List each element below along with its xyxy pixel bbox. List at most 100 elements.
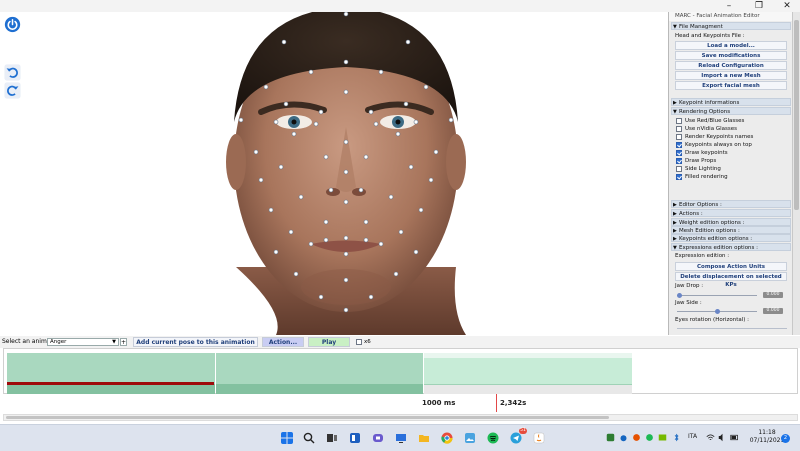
- checkbox-render-kp-names[interactable]: Render Keypoints names: [676, 133, 753, 141]
- checkbox-filled-rendering[interactable]: Filled rendering: [676, 173, 728, 181]
- tray-app-icon[interactable]: [632, 433, 641, 442]
- add-animation-button[interactable]: +: [120, 338, 127, 346]
- animation-select[interactable]: Anger ▼: [47, 338, 119, 346]
- checkbox-side-lighting[interactable]: Side Lighting: [676, 165, 721, 173]
- jaw-drop-value: 0.000: [763, 292, 783, 298]
- chevron-right-icon: ▶: [673, 236, 677, 242]
- battery-icon[interactable]: [730, 433, 739, 442]
- chevron-down-icon: ▼: [673, 245, 677, 251]
- minimize-button[interactable]: –: [718, 0, 740, 12]
- eyes-rotation-slider[interactable]: [677, 328, 787, 329]
- section-file-management[interactable]: ▼ File Managment: [671, 22, 791, 30]
- photos-icon[interactable]: [464, 432, 476, 444]
- checkbox-box[interactable]: [676, 158, 682, 164]
- section-mesh-edition[interactable]: ▶ Mesh Edition options :: [671, 226, 791, 234]
- timeline-scrollbar[interactable]: [3, 414, 798, 421]
- section-rendering-options[interactable]: ▼ Rendering Options: [671, 107, 791, 115]
- timeline-segment-footer: [424, 385, 632, 394]
- java-icon[interactable]: [533, 432, 545, 444]
- maximize-button[interactable]: ❐: [748, 0, 770, 12]
- file-label: Head and Keypoints File :: [675, 33, 745, 39]
- section-editor-options[interactable]: ▶ Editor Options :: [671, 200, 791, 208]
- timeline-cursor[interactable]: [496, 394, 497, 412]
- scrollbar-thumb[interactable]: [794, 20, 799, 210]
- wifi-icon[interactable]: [706, 433, 715, 442]
- window-titlebar: – ❐ ✕: [0, 0, 800, 12]
- checkbox-kp-on-top[interactable]: Keypoints always on top: [676, 141, 752, 149]
- play-button[interactable]: Play: [308, 337, 350, 347]
- undo-icon[interactable]: [4, 64, 21, 81]
- save-modifications-button[interactable]: Save modifications: [675, 51, 787, 60]
- compose-action-units-button[interactable]: Compose Action Units: [675, 262, 787, 271]
- checkbox-box[interactable]: [676, 142, 682, 148]
- teams-chat-icon[interactable]: [372, 432, 384, 444]
- checkbox-nvidia-glasses[interactable]: Use nVidia Glasses: [676, 125, 737, 133]
- chrome-icon[interactable]: [441, 432, 453, 444]
- animation-controls: Select an animat... Anger ▼ + Add curren…: [0, 336, 800, 348]
- slider-knob[interactable]: [677, 293, 682, 298]
- spotify-icon[interactable]: [487, 432, 499, 444]
- jaw-side-label: Jaw Side :: [675, 300, 702, 306]
- bluetooth-icon[interactable]: [672, 433, 681, 442]
- checkbox-red-blue-glasses[interactable]: Use Red/Blue Glasses: [676, 117, 744, 125]
- checkbox-box[interactable]: [676, 166, 682, 172]
- delete-displacement-button[interactable]: Delete displacement on selected KPs: [675, 272, 787, 288]
- monitor-icon[interactable]: [395, 432, 407, 444]
- 3d-viewport[interactable]: [26, 12, 666, 335]
- action-button[interactable]: Action...: [262, 337, 304, 347]
- search-icon[interactable]: [303, 432, 315, 444]
- chevron-right-icon: ▶: [673, 100, 677, 106]
- power-icon[interactable]: [4, 16, 21, 33]
- editor-panel: MARC - Facial Animation Editor ▼ File Ma…: [668, 12, 793, 335]
- checkbox-box[interactable]: [676, 118, 682, 124]
- timeline-ruler: 1000 ms 2,342s: [3, 394, 798, 412]
- file-explorer-icon[interactable]: [418, 432, 430, 444]
- section-actions[interactable]: ▶ Actions :: [671, 209, 791, 217]
- widgets-icon[interactable]: [349, 432, 361, 444]
- tray-app-icon[interactable]: [658, 433, 667, 442]
- task-view-icon[interactable]: [326, 432, 338, 444]
- slider-knob[interactable]: [714, 309, 720, 314]
- checkbox-box[interactable]: [676, 134, 682, 140]
- checkbox-x6[interactable]: x6: [356, 338, 371, 346]
- timeline-keyframe-segment[interactable]: [216, 353, 423, 394]
- section-expressions-edition[interactable]: ▼ Expressions edition options :: [671, 243, 791, 251]
- reload-configuration-button[interactable]: Reload Configuration: [675, 61, 787, 70]
- section-keypoints-edition[interactable]: ▶ Keypoints edition options :: [671, 234, 791, 242]
- jaw-side-slider[interactable]: [677, 309, 757, 314]
- checkbox-draw-keypoints[interactable]: Draw keypoints: [676, 149, 728, 157]
- section-weight-edition[interactable]: ▶ Weight edition options :: [671, 218, 791, 226]
- jaw-side-value: 0.000: [763, 308, 783, 314]
- checkbox-box[interactable]: [676, 126, 682, 132]
- jaw-drop-slider[interactable]: [677, 293, 757, 298]
- animation-timeline[interactable]: [3, 348, 798, 394]
- checkbox-box[interactable]: [676, 174, 682, 180]
- windows-start-icon[interactable]: [281, 432, 293, 444]
- panel-title: MARC - Facial Animation Editor: [669, 12, 793, 21]
- tray-app-icon[interactable]: [606, 433, 615, 442]
- checkbox-box[interactable]: [356, 339, 362, 345]
- chevron-down-icon: ▼: [673, 109, 677, 115]
- add-pose-button[interactable]: Add current pose to this animation: [133, 337, 258, 347]
- volume-icon[interactable]: [718, 433, 727, 442]
- taskbar: 51 ITA 11:18 07/11/2021 2: [0, 424, 800, 451]
- panel-scrollbar[interactable]: [792, 12, 800, 335]
- expression-label: Expression edition :: [675, 253, 730, 259]
- section-keypoint-info[interactable]: ▶ Keypoint informations: [671, 98, 791, 106]
- close-button[interactable]: ✕: [776, 0, 798, 12]
- timeline-keyframe-segment[interactable]: [7, 353, 215, 394]
- load-model-button[interactable]: Load a model...: [675, 41, 787, 50]
- import-mesh-button[interactable]: Import a new Mesh: [675, 71, 787, 80]
- checkbox-box[interactable]: [676, 150, 682, 156]
- checkbox-draw-props[interactable]: Draw Props: [676, 157, 716, 165]
- language-indicator[interactable]: ITA: [688, 433, 697, 440]
- notification-badge[interactable]: 2: [781, 434, 790, 443]
- cloud-icon[interactable]: [619, 433, 628, 442]
- export-mesh-button[interactable]: Export facial mesh: [675, 81, 787, 90]
- timeline-progress-bar: [7, 382, 214, 385]
- tray-app-icon[interactable]: [645, 433, 654, 442]
- face-model[interactable]: [26, 12, 666, 335]
- redo-icon[interactable]: [4, 82, 21, 99]
- left-ear: [226, 134, 246, 190]
- scrollbar-thumb[interactable]: [6, 416, 609, 419]
